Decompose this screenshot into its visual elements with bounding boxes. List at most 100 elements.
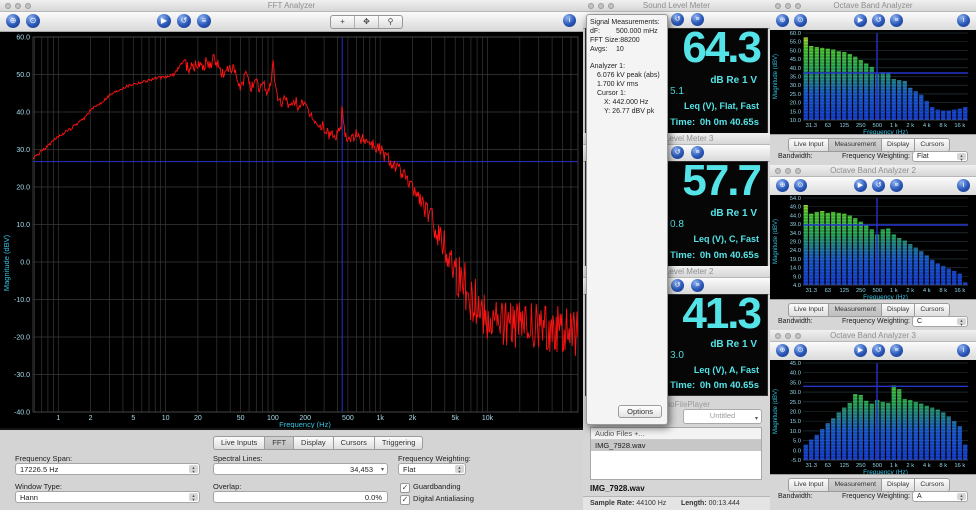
tab-display[interactable]: Display	[881, 303, 914, 317]
preset-select[interactable]: Untitled▾	[683, 409, 762, 424]
spectral-lines-select[interactable]: 34,453▾	[213, 463, 388, 475]
tab-triggering[interactable]: Triggering	[374, 436, 424, 450]
tab-live-input[interactable]: Live Input	[788, 138, 828, 152]
info-button[interactable]: i	[957, 179, 970, 192]
stepper-icon[interactable]: ▲▼	[189, 465, 198, 473]
zoom-icon[interactable]	[795, 168, 801, 174]
export-button[interactable]: ≡	[890, 14, 903, 27]
stepper-icon[interactable]: ▲▼	[189, 493, 198, 501]
svg-text:31.3: 31.3	[806, 463, 817, 469]
window-controls[interactable]	[5, 3, 31, 9]
window-controls[interactable]	[775, 168, 801, 174]
tab-display[interactable]: Display	[881, 138, 914, 152]
minimize-icon[interactable]	[15, 3, 21, 9]
octave-band-chart[interactable]: 60.055.050.045.040.035.030.025.020.015.0…	[770, 30, 976, 135]
close-icon[interactable]	[5, 3, 11, 9]
play-button[interactable]: ▶	[854, 344, 867, 357]
play-button[interactable]: ▶	[854, 179, 867, 192]
snapshot-button[interactable]: ↺	[872, 179, 885, 192]
tab-cursors[interactable]: Cursors	[914, 303, 950, 317]
window-controls[interactable]	[775, 333, 801, 339]
close-icon[interactable]	[588, 3, 594, 9]
window-controls[interactable]	[588, 3, 614, 9]
stepper-icon[interactable]: ▲▼	[455, 465, 464, 473]
info-button[interactable]: i	[957, 14, 970, 27]
window-type-select[interactable]: Hann▲▼	[15, 491, 200, 503]
close-icon[interactable]	[775, 3, 781, 9]
zoom-icon[interactable]	[795, 3, 801, 9]
frequency-weighting-select[interactable]: Flat▲▼	[398, 463, 466, 475]
bandwidth-label: Bandwidth:	[778, 318, 813, 325]
snapshot-button[interactable]: ↺	[872, 14, 885, 27]
tab-cursors[interactable]: Cursors	[914, 478, 950, 492]
pan-tool-button[interactable]: ✥	[355, 16, 379, 28]
minimize-icon[interactable]	[785, 168, 791, 174]
octave-band-chart[interactable]: 45.040.035.030.025.020.015.010.05.00.0-5…	[770, 360, 976, 475]
channel-view-button[interactable]: ⊙	[26, 14, 40, 28]
tab-measurement[interactable]: Measurement	[828, 303, 881, 317]
minimize-icon[interactable]	[785, 3, 791, 9]
svg-text:125: 125	[839, 288, 849, 294]
weighting-select[interactable]: Flat▲▼	[912, 151, 968, 162]
checkbox-icon[interactable]: ✓	[400, 483, 410, 493]
info-button[interactable]: i	[957, 344, 970, 357]
svg-text:63: 63	[825, 123, 831, 129]
stepper-icon[interactable]: ▲▼	[957, 493, 966, 500]
input-settings-button[interactable]: ⊕	[776, 344, 789, 357]
file-list-item[interactable]: IMG_7928.wav	[591, 440, 761, 451]
guardbanding-checkbox[interactable]: ✓Guardbanding	[400, 482, 461, 493]
magnifier-tool-button[interactable]: ⚲	[379, 16, 402, 28]
file-list-item[interactable]	[591, 462, 761, 473]
stepper-icon[interactable]: ▲▼	[957, 153, 966, 160]
checkbox-icon[interactable]: ✓	[400, 495, 410, 505]
options-button[interactable]: Options	[618, 405, 662, 418]
zoom-in-tool-button[interactable]: +	[331, 16, 355, 28]
frequency-span-select[interactable]: 17226.5 Hz▲▼	[15, 463, 200, 475]
file-list-item[interactable]	[591, 451, 761, 462]
close-icon[interactable]	[775, 168, 781, 174]
minimize-icon[interactable]	[598, 3, 604, 9]
window-controls[interactable]	[775, 3, 801, 9]
play-button[interactable]: ▶	[157, 14, 171, 28]
snapshot-button[interactable]: ↺	[872, 344, 885, 357]
channel-view-button[interactable]: ⊙	[794, 14, 807, 27]
weighting-select[interactable]: A▲▼	[912, 491, 968, 502]
input-settings-button[interactable]: ⊕	[776, 14, 789, 27]
input-settings-button[interactable]: ⊕	[776, 179, 789, 192]
level-value: 57.7	[682, 156, 760, 206]
export-button[interactable]: ≡	[890, 344, 903, 357]
snapshot-button[interactable]: ↺	[177, 14, 191, 28]
tab-live-input[interactable]: Live Input	[788, 478, 828, 492]
zoom-icon[interactable]	[795, 333, 801, 339]
tab-live-inputs[interactable]: Live Inputs	[213, 436, 264, 450]
octave-band-chart[interactable]: 54.049.044.039.034.029.024.019.014.09.04…	[770, 195, 976, 300]
fft-titlebar: FFT Analyzer	[0, 0, 583, 12]
close-icon[interactable]	[775, 333, 781, 339]
zoom-icon[interactable]	[608, 3, 614, 9]
minimize-icon[interactable]	[785, 333, 791, 339]
tab-measurement[interactable]: Measurement	[828, 478, 881, 492]
input-settings-button[interactable]: ⊕	[6, 14, 20, 28]
export-button[interactable]: ≡	[890, 179, 903, 192]
secondary-reading: 0.8	[670, 219, 684, 230]
tab-live-input[interactable]: Live Input	[788, 303, 828, 317]
zoom-icon[interactable]	[25, 3, 31, 9]
tab-cursors[interactable]: Cursors	[333, 436, 374, 450]
stepper-icon[interactable]: ▲▼	[957, 318, 966, 325]
fft-spectrum-plot[interactable]: 60.050.040.030.020.010.00.0-10.0-20.0-30…	[0, 32, 583, 428]
tab-display[interactable]: Display	[293, 436, 333, 450]
export-button[interactable]: ≡	[197, 14, 211, 28]
channel-view-button[interactable]: ⊙	[794, 344, 807, 357]
tab-fft[interactable]: FFT	[264, 436, 293, 450]
digital-antialiasing-checkbox[interactable]: ✓Digital Antialiasing	[400, 494, 474, 505]
info-button[interactable]: i	[563, 14, 576, 27]
tab-measurement[interactable]: Measurement	[828, 138, 881, 152]
tab-cursors[interactable]: Cursors	[914, 138, 950, 152]
overlap-field[interactable]: 0.0%	[213, 491, 388, 503]
play-button[interactable]: ▶	[854, 14, 867, 27]
tab-display[interactable]: Display	[881, 478, 914, 492]
channel-view-button[interactable]: ⊙	[794, 179, 807, 192]
audio-file-list[interactable]: Audio Files +... IMG_7928.wav	[590, 427, 762, 480]
file-list-item[interactable]	[591, 473, 761, 484]
weighting-select[interactable]: C▲▼	[912, 316, 968, 327]
